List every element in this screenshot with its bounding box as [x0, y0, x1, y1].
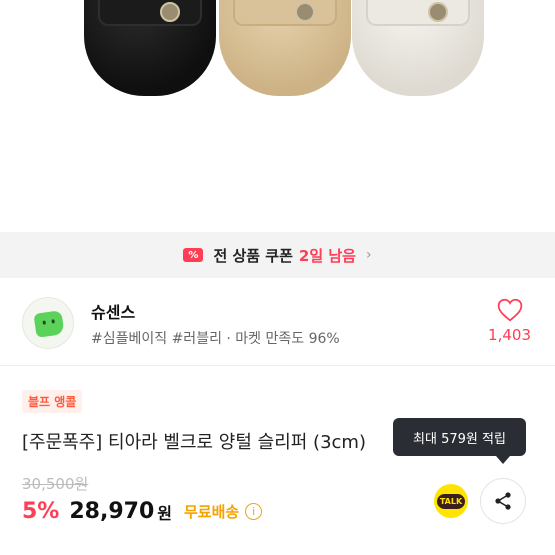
beige-slipper-image [219, 0, 351, 96]
mascot-eye [51, 319, 55, 324]
frog-mascot-icon [33, 310, 65, 338]
talk-icon: TALK [436, 493, 466, 509]
percent-coupon-icon: % [183, 248, 204, 262]
slipper-strap [366, 0, 470, 26]
tooltip-arrow [496, 456, 510, 464]
heart-icon[interactable] [497, 298, 523, 322]
product-image-area[interactable] [0, 0, 555, 232]
chevron-right-icon: › [365, 247, 372, 263]
seller-info: 슈센스 #심플베이직 #러블리 · 마켓 만족도 96% 1,403 [0, 278, 555, 366]
points-tooltip: 최대 579원 적립 [393, 418, 526, 456]
info-icon[interactable]: i [245, 503, 263, 520]
mascot-eye [42, 320, 47, 325]
black-slipper-image [84, 0, 216, 96]
seller-name[interactable]: 슈센스 [91, 299, 135, 323]
kakao-talk-button[interactable]: TALK [434, 484, 468, 518]
seller-tags: #심플베이직 #러블리 · 마켓 만족도 96% [91, 331, 340, 347]
seller-avatar[interactable] [22, 297, 74, 349]
coupon-text: 전 상품 쿠폰 [213, 246, 293, 265]
coupon-remaining: 2일 남음 [298, 246, 356, 265]
slipper-strap [233, 0, 337, 26]
promo-tag: 블프 앵콜 [22, 390, 83, 413]
slipper-strap [98, 0, 202, 26]
coupon-banner[interactable]: % 전 상품 쿠폰 2일 남음 › [0, 232, 555, 278]
like-count: 1,403 [488, 326, 531, 344]
logo-badge [160, 2, 180, 22]
share-button[interactable] [480, 478, 526, 524]
discount-rate: 5% [22, 499, 60, 524]
logo-badge [295, 2, 315, 22]
currency-unit: 원 [157, 503, 172, 523]
product-title: [주문폭주] 티아라 벨크로 양털 슬리퍼 (3cm) [22, 432, 366, 453]
sale-price: 28,970 [69, 499, 155, 524]
white-slipper-image [352, 0, 484, 96]
free-shipping-label: 무료배송 [184, 503, 240, 521]
original-price: 30,500원 [22, 475, 89, 493]
logo-badge [428, 2, 448, 22]
product-info: 블프 앵콜 [주문폭주] 티아라 벨크로 양털 슬리퍼 (3cm) 최대 579… [0, 366, 555, 555]
price-row: 5% 28,970 원 무료배송 i [22, 499, 263, 524]
share-icon [495, 492, 511, 510]
